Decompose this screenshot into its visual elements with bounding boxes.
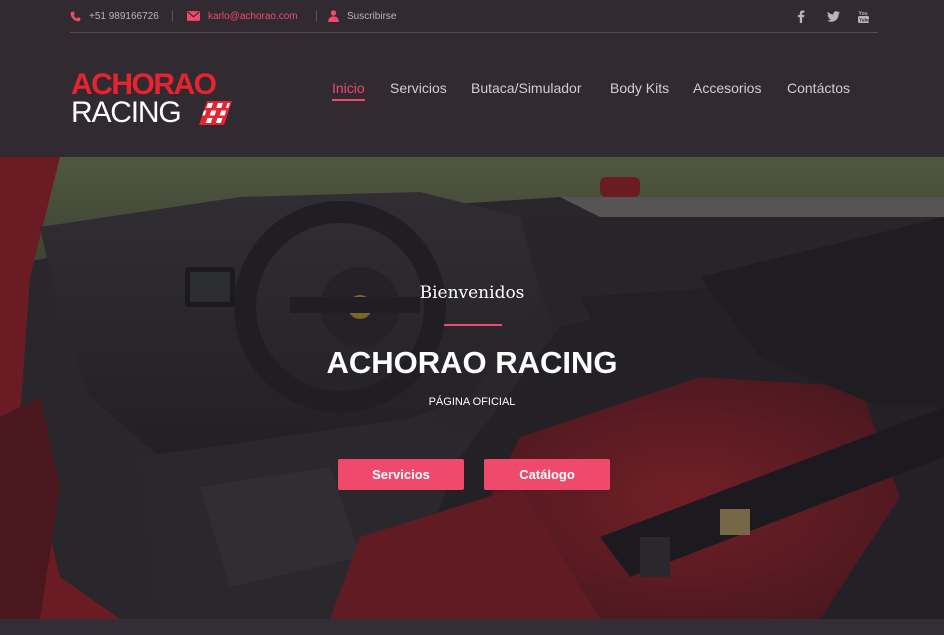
servicios-button[interactable]: Servicios [338,459,464,490]
hero-title: ACHORAO RACING [326,345,618,380]
phone-number: +51 989166726 [89,10,159,22]
envelope-icon [187,11,200,21]
nav-item-accesorios[interactable]: Accesorios [693,80,761,100]
catalogo-button[interactable]: Catálogo [484,459,610,490]
facebook-icon[interactable] [794,9,808,23]
checkered-flag-icon [199,101,232,125]
divider [172,10,173,22]
nav-item-contactos[interactable]: Contáctos [787,80,850,100]
hero-welcome: Bienvenidos [419,283,525,303]
site-logo[interactable]: ACHORAO RACING [71,70,236,128]
phone-contact[interactable]: +51 989166726 [70,9,159,23]
top-bar: +51 989166726 karlo@achorao.com Suscribi… [70,0,878,33]
youtube-icon[interactable]: You Tube [856,9,870,23]
twitter-icon[interactable] [826,9,840,23]
hero-section: Bienvenidos ACHORAO RACING PÁGINA OFICIA… [0,157,944,619]
email-address: karlo@achorao.com [208,10,298,22]
email-contact[interactable]: karlo@achorao.com [187,9,298,23]
hero-subtitle: PÁGINA OFICIAL [428,396,516,408]
user-icon [328,10,339,22]
divider [316,10,317,22]
nav-item-inicio[interactable]: Inicio [332,80,365,100]
logo-text-bottom: RACING [71,96,182,129]
site-header: +51 989166726 karlo@achorao.com Suscribi… [0,0,944,157]
nav-item-body-kits[interactable]: Body Kits [610,80,669,100]
nav-item-servicios[interactable]: Servicios [390,80,447,100]
nav-item-butaca-simulador[interactable]: Butaca/Simulador [471,80,582,100]
nav-active-indicator [332,99,365,101]
subscribe-label: Suscribirse [347,10,397,22]
phone-icon [70,11,81,22]
subscribe-link[interactable]: Suscribirse [328,9,396,23]
svg-text:Tube: Tube [859,17,869,22]
page-bottom-strip [0,619,944,635]
hero-dark-overlay [0,157,944,619]
hero-divider [444,324,502,326]
